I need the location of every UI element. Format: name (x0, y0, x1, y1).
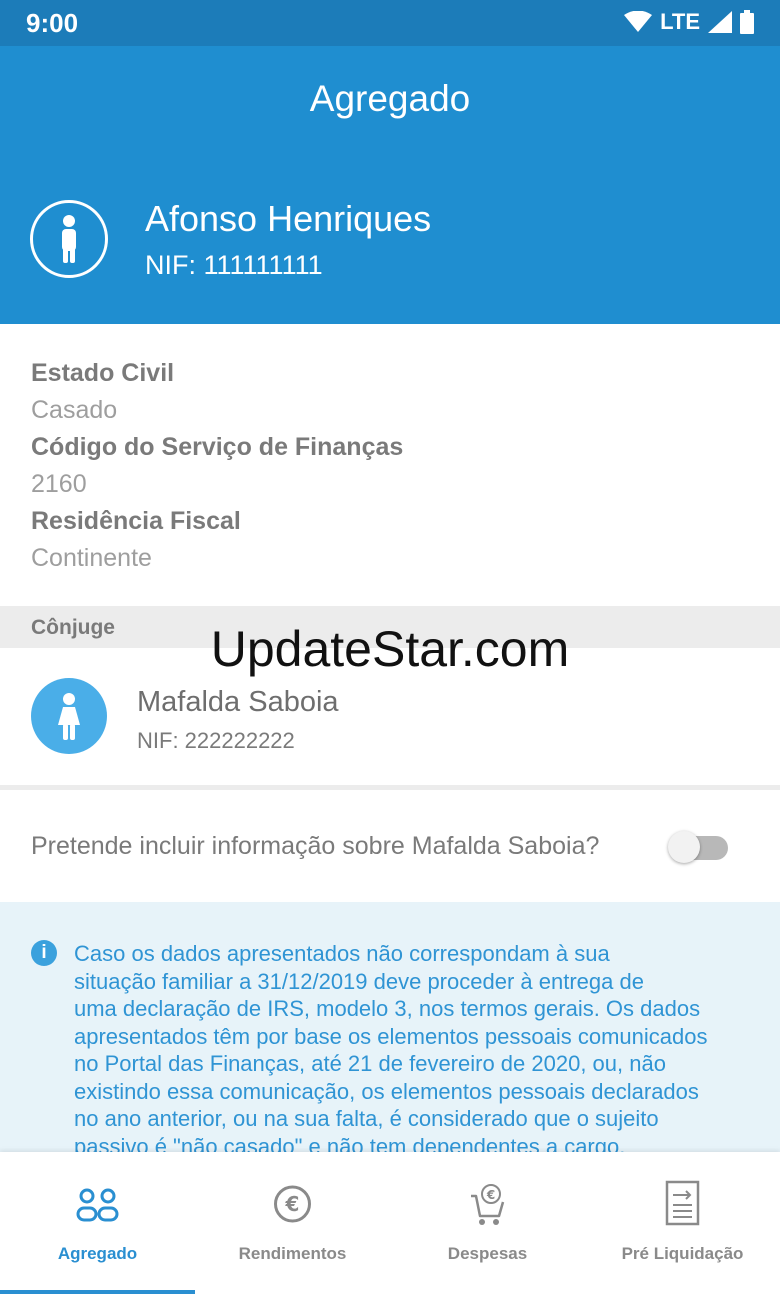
status-time: 9:00 (26, 8, 79, 38)
notice-line: situação familiar a 31/12/2019 deve proc… (74, 968, 644, 994)
marital-status-label: Estado Civil (31, 359, 175, 387)
notice-line: no Portal das Finanças, até 21 de fevere… (74, 1051, 666, 1076)
people-icon (76, 1188, 119, 1222)
tab-agregado[interactable]: Agregado (0, 1152, 195, 1294)
toggle-thumb (668, 831, 700, 863)
info-icon: i (31, 940, 57, 966)
status-icons: LTE (624, 9, 754, 35)
notice-line: existindo essa comunicação, os elementos… (74, 1078, 699, 1104)
user-nif: NIF: 111111111 (145, 250, 323, 280)
spouse-avatar (31, 678, 107, 754)
tax-office-label: Código do Serviço de Finanças (31, 433, 404, 461)
tax-details: Estado Civil Casado Código do Serviço de… (31, 355, 403, 577)
include-spouse-row: Pretende incluir informação sobre Mafald… (0, 790, 780, 902)
user-name: Afonso Henriques (145, 198, 432, 239)
tab-label: Rendimentos (238, 1244, 347, 1263)
page-title: Agregado (309, 78, 471, 119)
user-avatar (30, 200, 108, 278)
signal-icon (708, 11, 732, 33)
bottom-tab-bar: Agregado € Rendimentos € Despesas Pré Li… (0, 1152, 780, 1294)
status-bar: 9:00 LTE (0, 0, 780, 46)
tab-label: Despesas (447, 1244, 528, 1263)
spouse-name: Mafalda Saboia (137, 686, 339, 718)
notice-line: Caso os dados apresentados não correspon… (74, 941, 610, 966)
tab-rendimentos[interactable]: € Rendimentos (195, 1152, 390, 1294)
header: Agregado Afonso Henriques NIF: 111111111 (0, 46, 780, 324)
tax-office-value: 2160 (31, 470, 87, 498)
wifi-icon (624, 11, 653, 32)
include-spouse-toggle[interactable] (668, 831, 728, 863)
notice-line: uma declaração de IRS, modelo 3, nos ter… (74, 996, 701, 1021)
tab-pre-liquidacao[interactable]: Pré Liquidação (585, 1152, 780, 1294)
euro-cart-icon: € (471, 1184, 505, 1225)
marital-status-value: Casado (31, 396, 118, 424)
female-person-icon (58, 693, 80, 740)
spouse-nif: NIF: 222222222 (137, 728, 295, 753)
person-icon (62, 215, 76, 263)
euro-coin-icon: € (274, 1185, 311, 1223)
tab-label: Pré Liquidação (621, 1244, 744, 1263)
document-arrow-icon (665, 1180, 700, 1226)
tab-label: Agregado (57, 1244, 138, 1263)
svg-text:€: € (285, 1192, 300, 1216)
notice-text: Caso os dados apresentados não correspon… (74, 940, 764, 1154)
watermark: UpdateStar.com (210, 621, 570, 677)
tab-despesas[interactable]: € Despesas (390, 1152, 585, 1294)
tax-residence-value: Continente (31, 544, 152, 572)
notice-line: no ano anterior, ou na sua falta, é cons… (74, 1106, 659, 1131)
tax-residence-label: Residência Fiscal (31, 507, 241, 535)
battery-icon (740, 10, 754, 34)
active-tab-indicator (0, 1290, 195, 1294)
info-notice: i Caso os dados apresentados não corresp… (0, 902, 780, 1154)
include-spouse-question: Pretende incluir informação sobre Mafald… (31, 832, 600, 860)
svg-text:€: € (486, 1188, 495, 1202)
notice-line: apresentados têm por base os elementos p… (74, 1023, 708, 1049)
notice-line: passivo é "não casado" e não tem depende… (74, 1133, 626, 1155)
network-type: LTE (660, 9, 700, 34)
